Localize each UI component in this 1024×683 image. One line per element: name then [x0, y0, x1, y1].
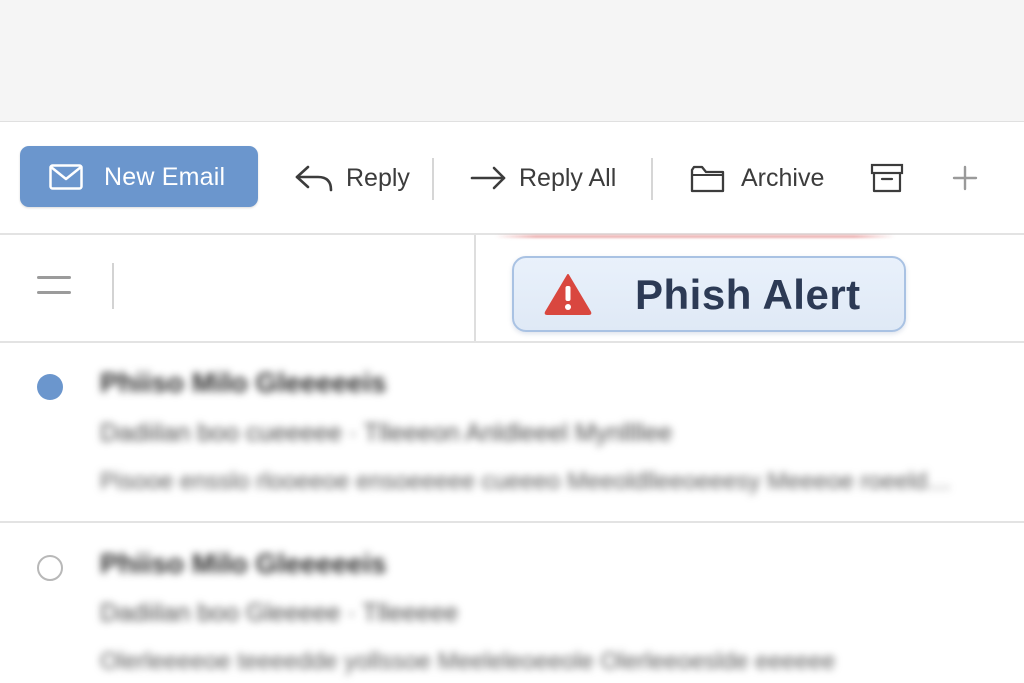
hamburger-icon[interactable] — [37, 276, 71, 296]
toolbar-divider — [651, 158, 653, 200]
secondary-toolbar: Phish Alert — [0, 235, 1024, 343]
new-email-button[interactable]: New Email — [20, 146, 258, 207]
message-subject: Dadiilan boo Gleeeee · Tlleeeee — [100, 599, 459, 627]
phish-alert-button[interactable]: Phish Alert — [512, 256, 906, 332]
pane-divider[interactable] — [474, 235, 476, 341]
folder-icon — [690, 162, 726, 199]
message-subject: Dadiilan boo cueeeee · Tlleeeon Anldleee… — [100, 419, 673, 447]
reply-arrow-icon — [294, 162, 334, 199]
message-sender: Phiiso Milo Gleeeeeis — [100, 548, 387, 579]
reply-all-button[interactable]: Reply All — [470, 158, 630, 198]
reply-label: Reply — [346, 164, 410, 192]
reply-all-label: Reply All — [519, 164, 617, 192]
unread-indicator[interactable] — [37, 374, 63, 400]
message-preview: Pisooe ensslo rlooeeoe ensoeeeee cueeeo … — [100, 468, 952, 495]
archive-box-button[interactable] — [870, 158, 906, 198]
right-arrow-icon — [470, 162, 508, 199]
new-email-label: New Email — [104, 163, 226, 191]
alert-highlight — [495, 235, 895, 238]
read-indicator[interactable] — [37, 555, 63, 581]
title-area — [0, 0, 1024, 122]
ribbon-toolbar: New Email Reply Reply All Archive — [0, 122, 1024, 235]
message-sender: Phiiso Milo Gleeeeeis — [100, 367, 387, 398]
archive-box-icon — [870, 162, 904, 199]
archive-button[interactable]: Archive — [690, 158, 835, 198]
envelope-icon — [49, 164, 83, 190]
toolbar-divider — [432, 158, 434, 200]
add-button[interactable] — [950, 158, 982, 198]
phish-alert-label: Phish Alert — [635, 271, 861, 318]
reply-button[interactable]: Reply — [294, 158, 416, 198]
message-preview: Olerleeeeoe teeeedde yollssoe Meeleleoee… — [100, 648, 836, 675]
warning-triangle-icon — [543, 272, 593, 316]
archive-label: Archive — [741, 164, 825, 192]
plus-icon — [950, 162, 980, 199]
message-list-item[interactable]: Phiiso Milo Gleeeeeis Dadiilan boo cueee… — [0, 343, 1024, 523]
email-client-window: New Email Reply Reply All Archive Phish … — [0, 0, 1024, 683]
message-list-item[interactable]: Phiiso Milo Gleeeeeis Dadiilan boo Gleee… — [0, 523, 1024, 683]
toolbar-divider — [112, 263, 114, 309]
